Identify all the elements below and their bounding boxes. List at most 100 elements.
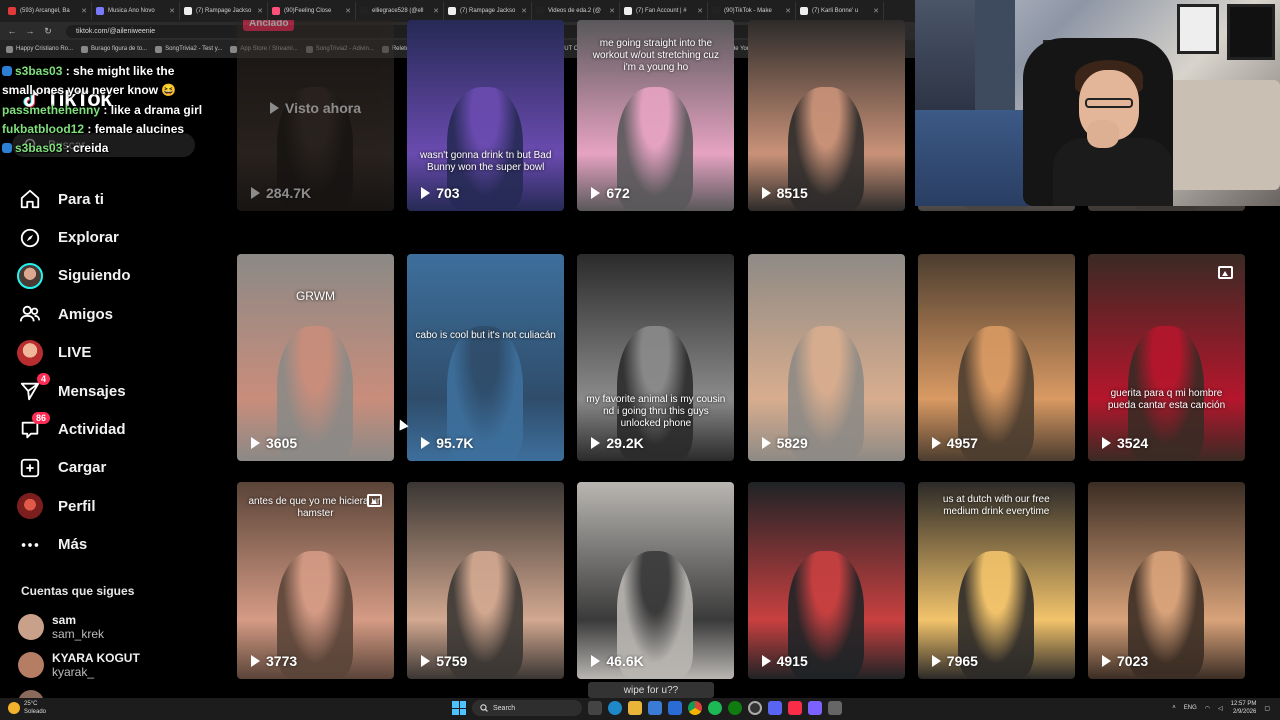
close-icon[interactable]: ✕ xyxy=(169,7,175,15)
nav-item-live[interactable]: LIVE xyxy=(16,334,216,372)
play-icon xyxy=(591,655,601,667)
clock-time: 12:57 PM xyxy=(1230,701,1257,707)
music-icon[interactable] xyxy=(788,701,802,715)
browser-tab[interactable]: Videos de eda.2 (@ ✕ xyxy=(532,2,620,20)
video-tile[interactable]: guerita para q mi hombre pueda cantar es… xyxy=(1088,254,1245,461)
close-icon[interactable]: ✕ xyxy=(785,7,791,15)
browser-tab[interactable]: (7) Karli Bonne' u ✕ xyxy=(796,2,884,20)
video-tile[interactable]: 5829 xyxy=(747,254,905,461)
nav-item-siguiendo[interactable]: Siguiendo xyxy=(16,257,216,295)
back-icon[interactable]: ← xyxy=(6,26,18,36)
file-explorer-icon[interactable] xyxy=(628,701,642,715)
tab-title: (593) Arcangel, Ba xyxy=(20,8,70,14)
chat-text: creida xyxy=(73,141,109,156)
webcam-jersey-frame xyxy=(1227,4,1275,60)
nav-item-para-ti[interactable]: Para ti xyxy=(16,180,216,218)
forward-icon[interactable]: → xyxy=(24,26,36,36)
close-icon[interactable]: ✕ xyxy=(257,7,263,15)
nav-item-mensajes[interactable]: 4 Mensajes xyxy=(16,372,216,410)
video-tile[interactable]: Anclado Visto ahora 284.7K xyxy=(237,20,394,211)
tab-favicon-icon xyxy=(448,7,456,15)
nav-item-explorar[interactable]: Explorar xyxy=(16,218,216,256)
close-icon[interactable]: ✕ xyxy=(81,7,87,15)
video-tile[interactable]: 8515 xyxy=(747,20,905,211)
video-tile[interactable]: 46.6K xyxy=(577,482,735,679)
following-account[interactable]: KYARA KOGUT kyarak_ xyxy=(18,646,218,684)
video-tile[interactable]: 4915 xyxy=(747,482,905,679)
view-count: 29.2K xyxy=(591,435,644,451)
reload-icon[interactable]: ↻ xyxy=(42,26,54,37)
spotify-icon[interactable] xyxy=(708,701,722,715)
tab-title: (90)TikTok - Make xyxy=(724,8,772,14)
task-view-icon[interactable] xyxy=(588,701,602,715)
video-tile[interactable]: me going straight into the workout w/out… xyxy=(577,20,735,211)
video-tile[interactable]: 4957 xyxy=(917,254,1075,461)
account-name: KYARA KOGUT xyxy=(52,651,140,665)
chrome-icon[interactable] xyxy=(688,701,702,715)
bookmark-item[interactable]: SongTrivia2 - Test y... xyxy=(155,45,222,53)
chevron-up-icon[interactable]: ˄ xyxy=(1172,705,1176,711)
volume-icon[interactable]: ◁ xyxy=(1218,705,1223,712)
mail-icon[interactable] xyxy=(668,701,682,715)
language-indicator[interactable]: ENG xyxy=(1184,705,1197,711)
video-tile[interactable]: 7023 xyxy=(1088,482,1245,679)
photo-carousel-icon xyxy=(367,494,382,507)
video-tile[interactable]: my favorite animal is my cousin nd i goi… xyxy=(577,254,735,461)
send-icon: 4 xyxy=(16,373,50,405)
browser-tab[interactable]: (593) Arcangel, Ba ✕ xyxy=(4,2,92,20)
nav-item-amigos[interactable]: Amigos xyxy=(16,295,216,333)
notifications-icon[interactable]: ▢ xyxy=(1264,705,1270,712)
view-count-value: 3773 xyxy=(266,653,298,669)
following-avatar-icon xyxy=(16,262,44,290)
nav-item-perfil[interactable]: Perfil xyxy=(16,487,216,525)
close-icon[interactable]: ✕ xyxy=(433,7,439,15)
close-icon[interactable]: ✕ xyxy=(697,7,703,15)
xbox-icon[interactable] xyxy=(728,701,742,715)
edge-icon[interactable] xyxy=(608,701,622,715)
video-tile[interactable]: cabo is cool but it's not culiacán 95.7K xyxy=(407,254,565,461)
obs-icon[interactable] xyxy=(748,701,762,715)
discord-icon[interactable] xyxy=(768,701,782,715)
close-icon[interactable]: ✕ xyxy=(521,7,527,15)
windows-start-icon[interactable] xyxy=(452,701,466,715)
chat-message: small ones you never know 😆 xyxy=(2,81,217,100)
bookmark-item[interactable]: Burago figura de to... xyxy=(81,45,147,53)
store-icon[interactable] xyxy=(648,701,662,715)
nav-item-m-s[interactable]: Más xyxy=(16,526,216,564)
browser-tab[interactable]: (90)TikTok - Make ✕ xyxy=(708,2,796,20)
nav-item-cargar[interactable]: Cargar xyxy=(16,449,216,487)
wifi-icon[interactable]: ◠ xyxy=(1205,705,1210,712)
video-tile[interactable]: us at dutch with our free medium drink e… xyxy=(917,482,1075,679)
weather-widget[interactable]: 25°C Soleado xyxy=(8,700,46,716)
nav-label: Amigos xyxy=(58,305,114,323)
settings-icon[interactable] xyxy=(828,701,842,715)
tab-title: elliegrace528 (@ell xyxy=(372,8,424,14)
bookmark-item[interactable]: Happy Cristiano Ro... xyxy=(6,45,73,53)
browser-tab[interactable]: Musica Ano Novo ✕ xyxy=(92,2,180,20)
close-icon[interactable]: ✕ xyxy=(873,7,879,15)
tab-favicon-icon xyxy=(184,7,192,15)
video-tile[interactable]: wasn't gonna drink tn but Bad Bunny won … xyxy=(407,20,565,211)
browser-tab[interactable]: (7) Rampage Jackso ✕ xyxy=(180,2,268,20)
play-icon xyxy=(931,655,941,667)
taskbar-search[interactable]: Search xyxy=(472,700,582,716)
avatar xyxy=(18,614,44,640)
nav-label: LIVE xyxy=(58,344,92,362)
video-tile[interactable]: antes de que yo me hiciera un hamster 377… xyxy=(237,482,394,679)
photos-icon[interactable] xyxy=(808,701,822,715)
webcam-curtain xyxy=(975,0,1015,120)
browser-tab[interactable]: (7) Rampage Jackso ✕ xyxy=(444,2,532,20)
browser-tab[interactable]: (90)Feeling Close ✕ xyxy=(268,2,356,20)
view-count: 3773 xyxy=(251,653,297,669)
close-icon[interactable]: ✕ xyxy=(609,7,615,15)
following-account[interactable]: sam sam_krek xyxy=(18,608,218,646)
browser-tab[interactable]: elliegrace528 (@ell ✕ xyxy=(356,2,444,20)
clock[interactable]: 12:57 PM 2/9/2026 xyxy=(1231,700,1257,716)
chat-text: female alucines xyxy=(94,121,185,136)
video-tile[interactable]: GRWM 3605 xyxy=(237,254,394,461)
browser-tab[interactable]: (7) Fan Account | # ✕ xyxy=(620,2,708,20)
view-count-value: 3524 xyxy=(1117,435,1149,451)
close-icon[interactable]: ✕ xyxy=(345,7,351,15)
video-tile[interactable]: 5759 xyxy=(407,482,565,679)
nav-item-actividad[interactable]: 86 Actividad xyxy=(16,410,216,448)
